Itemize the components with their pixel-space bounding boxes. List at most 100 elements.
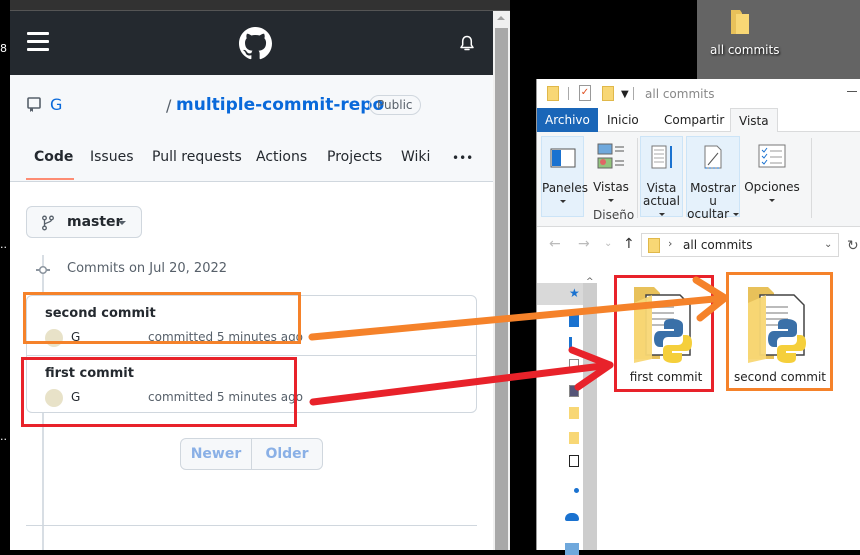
layouts-button[interactable]: Vistas [589, 136, 633, 202]
documents-icon[interactable] [569, 359, 579, 371]
show-hide-label: ocultar [687, 207, 730, 221]
show-hide-button[interactable]: Mostrar u ocultar [686, 136, 740, 221]
scroll-up-arrow-icon[interactable]: ^ [586, 277, 594, 287]
ribbon-group-label: Diseño [593, 208, 635, 222]
show-hide-icon [704, 145, 722, 169]
separator [568, 87, 569, 100]
separator [633, 87, 634, 100]
folder-icon [547, 86, 559, 101]
tab-code[interactable]: Code [34, 149, 73, 165]
address-row: ← → ⌄ ↑ › all commits ⌄ ↻ [537, 228, 860, 262]
github-octocat-icon[interactable] [239, 27, 272, 60]
scrollbar-thumb[interactable] [495, 28, 508, 550]
back-arrow-icon[interactable]: ← [549, 236, 561, 252]
strip-mark: .. [0, 238, 7, 251]
minimize-icon[interactable] [847, 91, 857, 92]
this-pc-icon[interactable] [565, 543, 579, 555]
tab-wiki[interactable]: Wiki [401, 149, 430, 165]
commit-author[interactable]: G [71, 330, 80, 344]
desktop-icon[interactable] [569, 315, 579, 327]
page-scrollbar[interactable] [493, 11, 510, 550]
network-icon[interactable] [569, 455, 579, 467]
star-icon[interactable]: ★ [569, 286, 581, 300]
commit-time: committed 5 minutes ago [148, 390, 304, 404]
strip-mark: 8 [0, 42, 7, 55]
git-branch-icon [42, 215, 54, 231]
properties-icon[interactable]: ✓ [579, 85, 591, 101]
commit-title-link[interactable]: second commit [45, 306, 156, 321]
github-header [10, 11, 493, 75]
divider [26, 525, 477, 526]
nav-pane-scrollbar[interactable] [583, 283, 597, 550]
customize-quick-access-icon[interactable]: ▼ [621, 89, 629, 100]
chevron-down-icon [118, 221, 126, 225]
older-button[interactable]: Older [251, 439, 322, 469]
window-title: all commits [645, 87, 715, 101]
browser-window: G / multiple-commit-repo Public Code Iss… [10, 0, 510, 550]
new-folder-icon[interactable] [602, 86, 614, 101]
refresh-icon[interactable]: ↻ [847, 238, 859, 254]
panes-button[interactable]: Paneles [541, 136, 588, 217]
options-label: Opciones [744, 180, 800, 194]
commit-author[interactable]: G [71, 390, 80, 404]
address-bar[interactable]: › all commits ⌄ [641, 233, 839, 257]
chevron-down-icon [732, 213, 739, 216]
desktop-folder-label[interactable]: all commits [710, 43, 779, 57]
onedrive-dot-icon[interactable] [574, 488, 579, 493]
tab-issues[interactable]: Issues [90, 149, 134, 165]
onedrive-icon[interactable] [565, 513, 579, 521]
folder-icon[interactable] [569, 432, 579, 444]
tab-actions[interactable]: Actions [256, 149, 307, 165]
avatar[interactable] [45, 389, 63, 407]
scroll-up-arrow-icon[interactable] [497, 16, 505, 20]
separator [637, 138, 638, 218]
folder-icon[interactable] [731, 10, 749, 34]
avatar[interactable] [45, 329, 63, 347]
layout-views-icon [597, 143, 624, 169]
file-item-first-commit[interactable]: first commit [616, 275, 716, 390]
more-tabs-icon[interactable]: ••• [452, 151, 473, 165]
options-button[interactable]: Opciones [744, 136, 800, 202]
python-folder-icon [748, 287, 806, 363]
repo-name-link[interactable]: multiple-commit-repo [176, 95, 384, 115]
commit-row[interactable]: first commit G committed 5 minutes ago [27, 355, 476, 413]
ribbon-tab-compartir[interactable]: Compartir [656, 108, 732, 132]
bell-icon[interactable] [459, 35, 475, 53]
options-icon [758, 144, 786, 168]
ribbon-tab-archivo[interactable]: Archivo [537, 108, 598, 132]
show-hide-label: Mostrar u [690, 181, 736, 208]
repo-owner-link[interactable]: G [50, 95, 62, 114]
address-dropdown-icon[interactable]: ⌄ [824, 239, 832, 250]
forward-arrow-icon[interactable]: → [578, 236, 590, 252]
pictures-icon[interactable] [569, 385, 579, 397]
file-item-second-commit[interactable]: second commit [730, 275, 830, 390]
tab-pull-requests[interactable]: Pull requests [152, 149, 242, 165]
ribbon-tab-vista[interactable]: Vista [730, 108, 778, 133]
up-arrow-icon[interactable]: ↑ [623, 236, 635, 252]
folder-icon[interactable] [569, 407, 579, 419]
repo-header: G / multiple-commit-repo Public Code Iss… [10, 75, 493, 182]
active-tab-indicator [26, 178, 74, 180]
commit-list: second commit G committed 5 minutes ago … [26, 295, 477, 413]
newer-button[interactable]: Newer [181, 439, 251, 469]
ribbon: Paneles Vistas Diseño Vista actual Mostr… [537, 132, 860, 227]
strip-mark: .. [0, 430, 7, 443]
browser-top-bar [10, 0, 510, 11]
downloads-icon[interactable] [569, 337, 579, 349]
hamburger-icon[interactable] [27, 32, 49, 51]
branch-selector-button[interactable]: master [26, 206, 142, 238]
ribbon-tab-inicio[interactable]: Inicio [599, 108, 647, 132]
repo-icon [27, 97, 41, 112]
commit-title-link[interactable]: first commit [45, 366, 134, 381]
recent-locations-icon[interactable]: ⌄ [604, 238, 612, 249]
commit-row[interactable]: second commit G committed 5 minutes ago [27, 296, 476, 354]
desktop-icon-area [697, 0, 860, 79]
breadcrumb-chevron-icon[interactable]: › [668, 237, 672, 250]
chevron-down-icon [608, 199, 614, 202]
breadcrumb-all-commits[interactable]: all commits [683, 238, 752, 252]
explorer-title-bar: ✓ ▼ all commits [537, 79, 860, 108]
chevron-down-icon [658, 213, 665, 216]
python-folder-icon [634, 287, 692, 363]
tab-projects[interactable]: Projects [327, 149, 382, 165]
current-view-button[interactable]: Vista actual [640, 136, 683, 217]
